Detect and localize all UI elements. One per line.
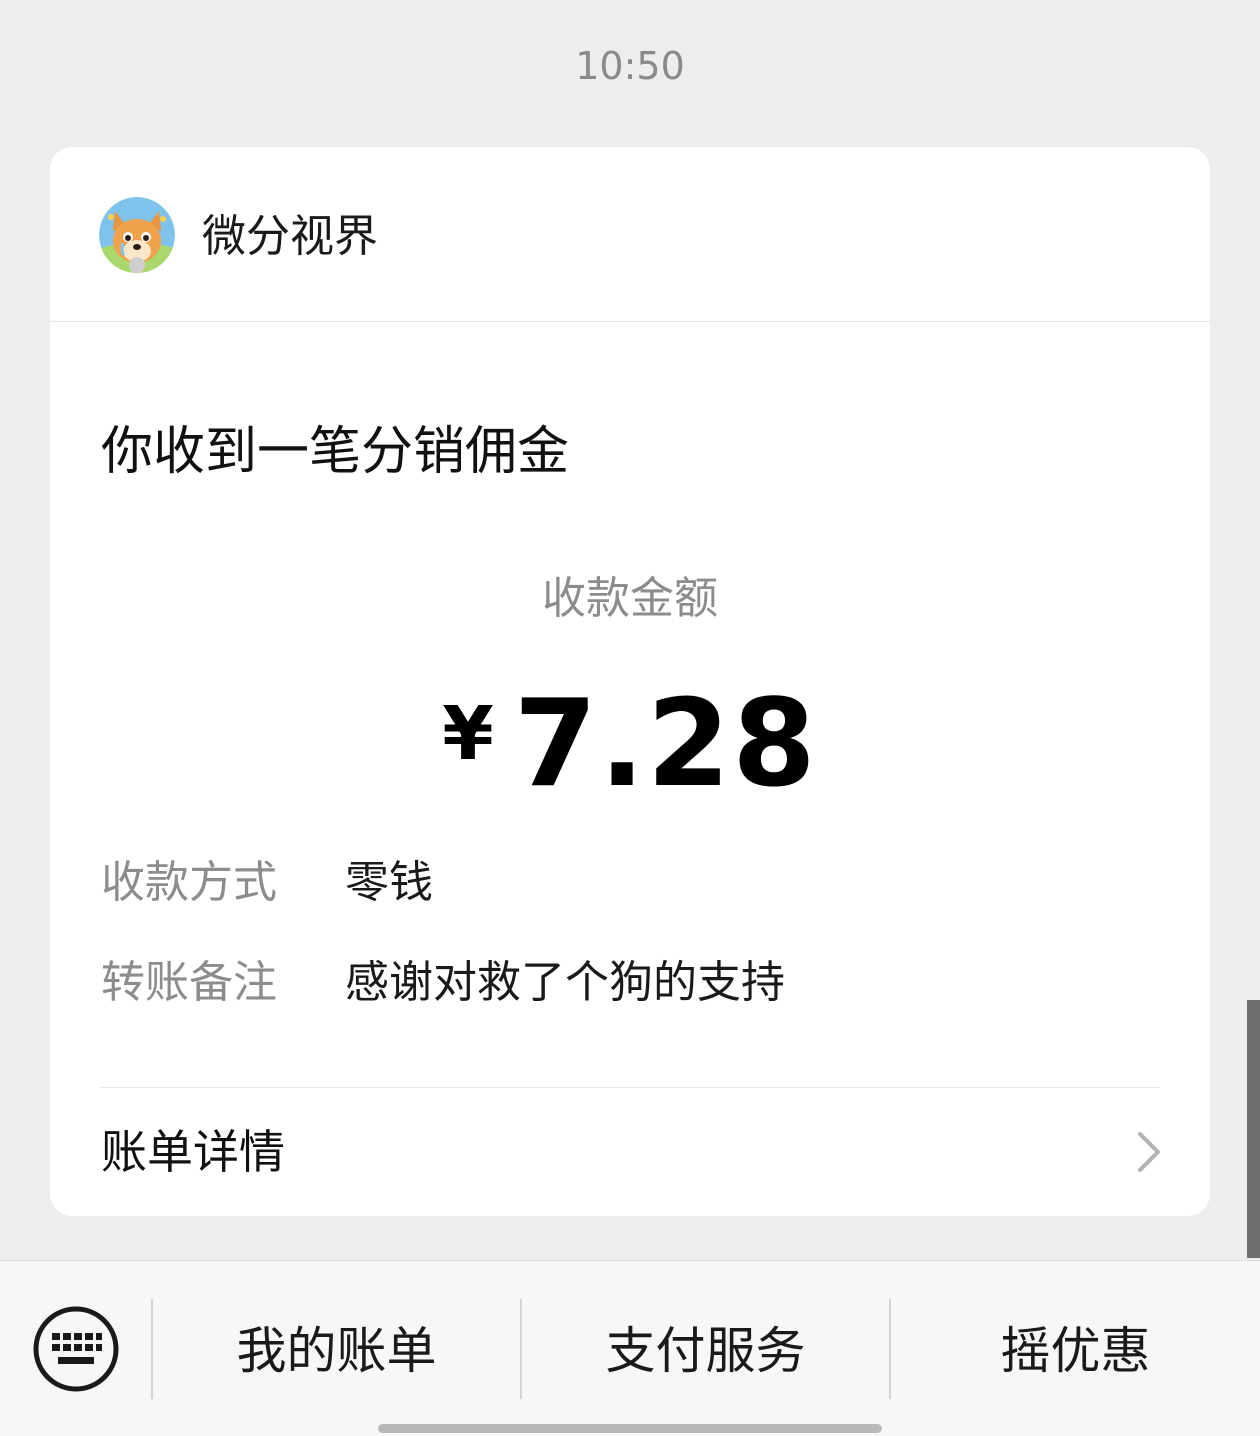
transfer-note-value: 感谢对救了个狗的支持	[345, 957, 785, 1008]
payment-method-value: 零钱	[345, 857, 433, 908]
merchant-name: 微分视界	[202, 211, 378, 262]
payment-notification-card[interactable]: 微分视界 你收到一笔分销佣金 收款金额 ¥7.28 收款方式 零钱 转账备注 感…	[50, 147, 1210, 1216]
transfer-note-row: 转账备注 感谢对救了个狗的支持	[101, 953, 1161, 1013]
keyboard-icon[interactable]	[32, 1305, 120, 1393]
payment-method-row: 收款方式 零钱	[101, 853, 1161, 913]
my-bills-button[interactable]: 我的账单	[153, 1319, 520, 1383]
home-indicator[interactable]	[378, 1424, 882, 1433]
message-timestamp: 10:50	[575, 44, 685, 88]
payment-method-label: 收款方式	[101, 857, 277, 908]
chevron-right-icon	[1134, 1130, 1164, 1174]
amount-label: 收款金额	[542, 573, 718, 624]
currency-symbol: ¥	[442, 691, 494, 777]
shake-discount-button[interactable]: 摇优惠	[891, 1319, 1260, 1383]
shiba-dog-avatar-icon[interactable]	[99, 197, 175, 273]
payment-services-button[interactable]: 支付服务	[522, 1319, 889, 1383]
card-header[interactable]: 微分视界	[50, 147, 1210, 322]
transfer-note-label: 转账备注	[101, 957, 277, 1008]
service-menu-bar: 我的账单 支付服务 摇优惠	[0, 1260, 1260, 1436]
scrollbar[interactable]	[1247, 1000, 1260, 1258]
bill-details-label: 账单详情	[101, 1125, 285, 1179]
amount-display: ¥7.28	[50, 677, 1210, 813]
amount-value: 7.28	[513, 675, 818, 814]
notice-title: 你收到一笔分销佣金	[101, 422, 570, 482]
bill-details-link[interactable]: 账单详情	[50, 1088, 1210, 1216]
